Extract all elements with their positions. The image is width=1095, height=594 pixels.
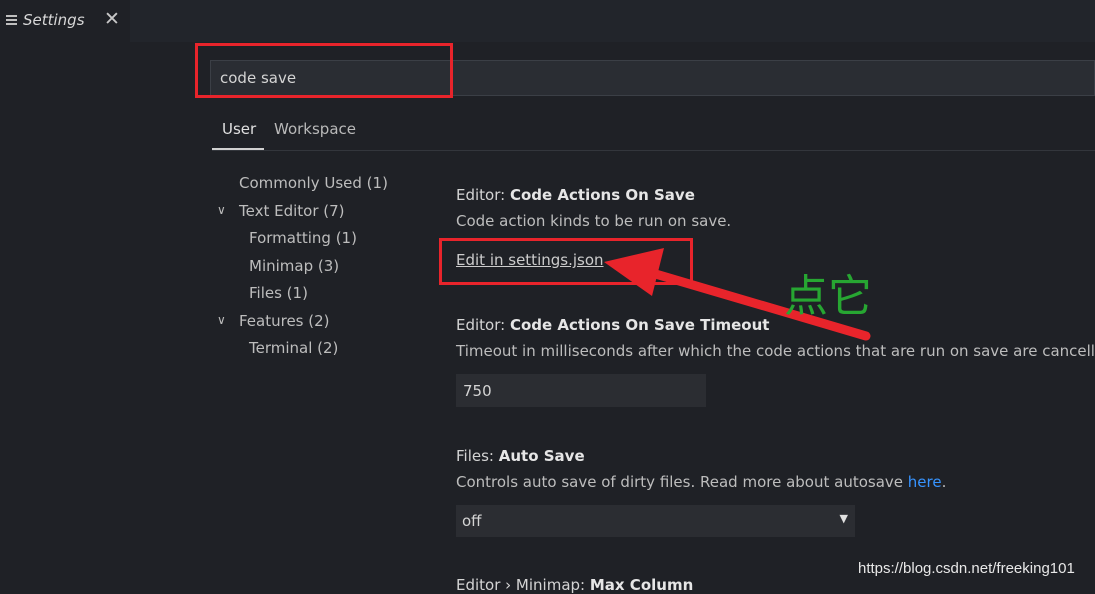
arrow-head (604, 248, 664, 296)
watermark: https://blog.csdn.net/freeking101 (858, 560, 1075, 577)
annotation-arrow-icon (604, 248, 871, 341)
annotation-text: 点它 (784, 271, 872, 322)
